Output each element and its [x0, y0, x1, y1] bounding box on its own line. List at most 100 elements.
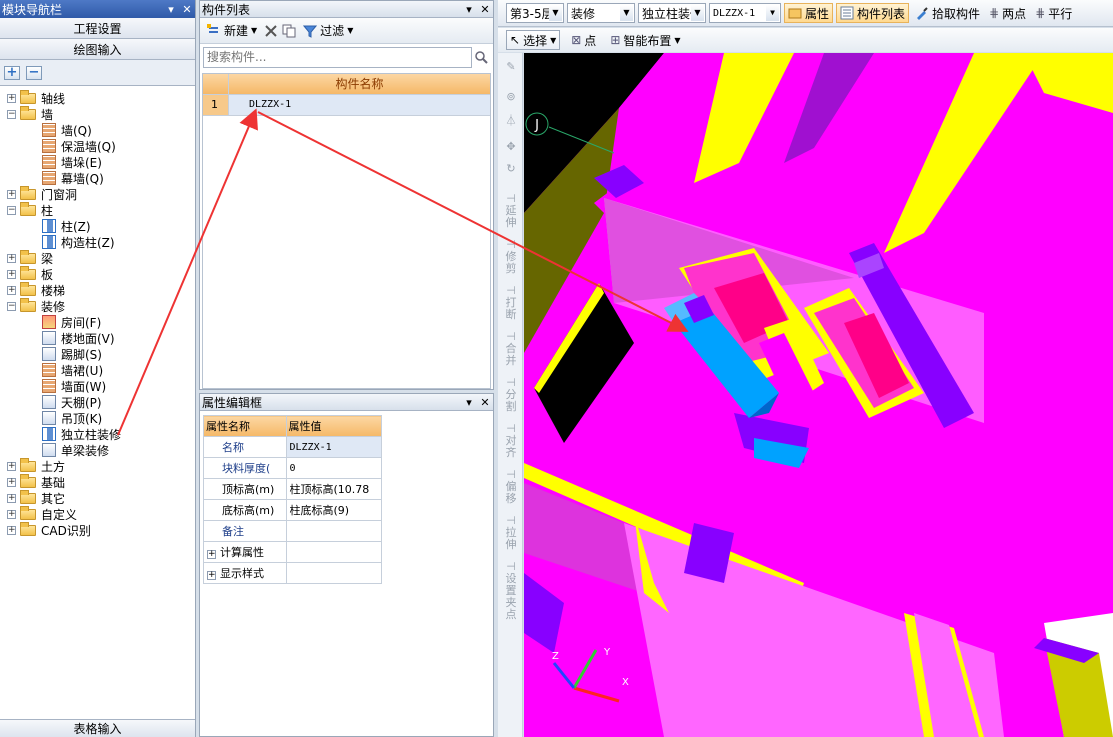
pin-icon[interactable]: ▾ [461, 3, 477, 16]
floor-select[interactable]: 第3-5层 ▼ [506, 3, 564, 23]
point-button[interactable]: ⊠ 点 [568, 30, 599, 50]
group-row[interactable]: + 计算属性 [203, 541, 382, 563]
vertical-tool[interactable]: ⊣ 合 并 [501, 331, 521, 367]
tree-category[interactable]: + 轴线 [0, 89, 195, 106]
tree-category[interactable]: + 基础 [0, 473, 195, 490]
select-button[interactable]: ↖ 选择 ▼ [506, 30, 561, 50]
mirror-icon[interactable]: ⏃ [501, 115, 521, 127]
vertical-tool[interactable]: ⊣ 打 断 [501, 285, 521, 321]
vertical-tool[interactable]: ⊣ 设 置 夹 点 [501, 561, 521, 621]
vertical-tool[interactable]: ⊣ 分 割 [501, 377, 521, 413]
tree-item[interactable]: 楼地面(V) [0, 330, 195, 346]
tree-item[interactable]: 构造柱(Z) [0, 234, 195, 250]
property-value[interactable]: 柱底标高(9) [285, 499, 382, 521]
vertical-tool[interactable]: ⊣ 偏 移 [501, 469, 521, 505]
project-settings-button[interactable]: 工程设置 [0, 18, 195, 39]
move-icon[interactable]: ✥ [501, 141, 521, 153]
brush-icon[interactable]: ✎ [501, 61, 521, 73]
expand-icon[interactable]: + [7, 493, 16, 503]
collapse-icon[interactable]: − [7, 301, 16, 311]
pin-icon[interactable]: ▾ [163, 3, 179, 16]
table-row[interactable]: 备注 [203, 520, 382, 542]
tree-item[interactable]: 墙(Q) [0, 122, 195, 138]
expand-icon[interactable]: + [7, 285, 16, 295]
table-input-button[interactable]: 表格输入 [0, 719, 195, 737]
property-value[interactable]: DLZZX-1 [285, 436, 382, 458]
collapse-all-icon[interactable]: − [26, 65, 42, 80]
properties-button[interactable]: 属性 [784, 3, 834, 23]
tree-item[interactable]: 墙垛(E) [0, 154, 195, 170]
copy-icon[interactable] [282, 24, 296, 38]
vertical-tool[interactable]: ⊣ 修 剪 [501, 239, 521, 275]
tree-category[interactable]: + 楼梯 [0, 281, 195, 298]
group-row[interactable]: + 显示样式 [203, 562, 382, 584]
vertical-tool[interactable]: ⊣ 延 伸 [501, 193, 521, 229]
component-select[interactable]: DLZZX-1 ▼ [709, 3, 781, 23]
3d-viewport[interactable]: J X Y Z [524, 53, 1113, 737]
tree-item[interactable]: 独立柱装修 [0, 426, 195, 442]
tree-item[interactable]: 墙裙(U) [0, 362, 195, 378]
tree-item[interactable]: 柱(Z) [0, 218, 195, 234]
property-value[interactable]: 0 [285, 457, 382, 479]
property-value[interactable]: 柱顶标高(10.78 [285, 478, 382, 500]
tree-category[interactable]: + 自定义 [0, 505, 195, 522]
expand-icon[interactable]: + [7, 93, 16, 103]
expand-icon[interactable]: + [207, 571, 216, 580]
table-row[interactable]: 名称 DLZZX-1 [203, 436, 382, 458]
expand-icon[interactable]: + [7, 509, 16, 519]
two-point-button[interactable]: ⋕ 两点 [986, 3, 1029, 23]
smart-layout-button[interactable]: ⊞ 智能布置 ▼ [607, 30, 683, 50]
collapse-icon[interactable]: − [7, 205, 16, 215]
expand-icon[interactable]: + [7, 461, 16, 471]
filter-button[interactable]: 过滤 ▼ [300, 21, 356, 41]
tree-category[interactable]: − 墙 [0, 105, 195, 122]
search-input[interactable] [203, 46, 472, 68]
type-select[interactable]: 独立柱装修 ▼ [638, 3, 706, 23]
close-icon[interactable]: ✕ [179, 3, 195, 16]
drawing-input-button[interactable]: 绘图输入 [0, 39, 195, 60]
tree-category[interactable]: + 其它 [0, 489, 195, 506]
collapse-icon[interactable]: − [7, 109, 16, 119]
parallel-button[interactable]: ⋕ 平行 [1032, 3, 1075, 23]
tree-category[interactable]: + 梁 [0, 249, 195, 266]
search-icon[interactable] [472, 47, 490, 68]
tree-item[interactable]: 保温墙(Q) [0, 138, 195, 154]
close-icon[interactable]: ✕ [477, 396, 493, 409]
component-list-button[interactable]: 构件列表 [836, 3, 910, 23]
tree-category[interactable]: + 土方 [0, 457, 195, 474]
expand-icon[interactable]: + [7, 525, 16, 535]
tree-category[interactable]: + 板 [0, 265, 195, 282]
expand-all-icon[interactable]: + [4, 65, 20, 80]
tree-category[interactable]: + 门窗洞 [0, 185, 195, 202]
expand-icon[interactable]: + [7, 253, 16, 263]
close-icon[interactable]: ✕ [477, 3, 493, 16]
vertical-tool[interactable]: ⊣ 对 齐 [501, 423, 521, 459]
component-name-cell[interactable]: DLZZX-1 [229, 95, 490, 116]
tree-item[interactable]: 墙面(W) [0, 378, 195, 394]
rotate-icon[interactable]: ↻ [501, 163, 521, 175]
new-button[interactable]: 新建 ▼ [204, 21, 260, 41]
tree-item[interactable]: 幕墙(Q) [0, 170, 195, 186]
table-row[interactable]: 底标高(m) 柱底标高(9) [203, 499, 382, 521]
property-value[interactable] [285, 520, 382, 542]
pin-icon[interactable]: ▾ [461, 396, 477, 409]
tree-item[interactable]: 房间(F) [0, 314, 195, 330]
tree-category[interactable]: − 装修 [0, 297, 195, 314]
tree-category[interactable]: + CAD识别 [0, 521, 195, 538]
tree-item[interactable]: 单梁装修 [0, 442, 195, 458]
copy-icon[interactable]: ⊚ [501, 91, 521, 103]
pick-component-button[interactable]: 拾取构件 [912, 3, 983, 23]
vertical-tool[interactable]: ⊣ 拉 伸 [501, 515, 521, 551]
expand-icon[interactable]: + [7, 189, 16, 199]
tree-category[interactable]: − 柱 [0, 201, 195, 218]
category-select[interactable]: 装修 ▼ [567, 3, 635, 23]
expand-icon[interactable]: + [207, 550, 216, 559]
table-row[interactable]: 1 DLZZX-1 [203, 95, 490, 116]
expand-icon[interactable]: + [7, 269, 16, 279]
table-row[interactable]: 顶标高(m) 柱顶标高(10.78 [203, 478, 382, 500]
table-row[interactable]: 块料厚度( 0 [203, 457, 382, 479]
tree-item[interactable]: 吊顶(K) [0, 410, 195, 426]
expand-icon[interactable]: + [7, 477, 16, 487]
tree-item[interactable]: 踢脚(S) [0, 346, 195, 362]
tree-item[interactable]: 天棚(P) [0, 394, 195, 410]
